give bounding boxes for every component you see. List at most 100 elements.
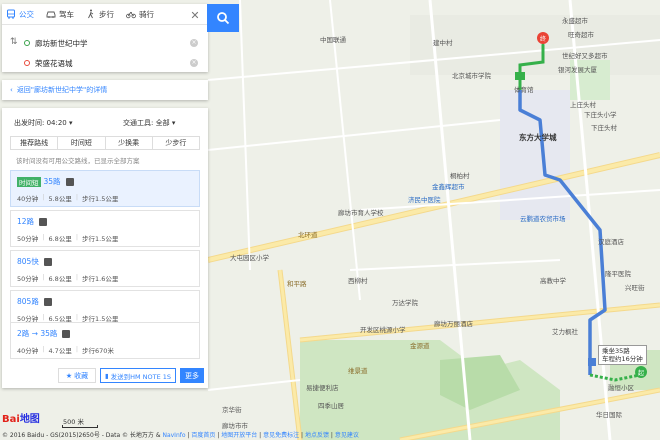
- chevron-down-icon: ▾: [69, 119, 73, 127]
- suggestion-link[interactable]: 意见建议: [335, 432, 359, 439]
- origin-dot-icon: [24, 40, 30, 46]
- map-label: 兴旺街: [625, 284, 645, 292]
- map-label: 华日国际: [596, 411, 622, 419]
- clear-destination-icon[interactable]: ×: [190, 59, 198, 67]
- route-tag: 时间短: [17, 176, 41, 187]
- route-distance: 6.8公里: [48, 275, 72, 283]
- route-option[interactable]: 805快 50分钟 | 6.8公里 | 步行1.6公里: [10, 250, 200, 287]
- route-name: 805路: [17, 297, 39, 306]
- bus-popup-line: 乘坐35路: [602, 347, 630, 355]
- map-label: 北京城市学院: [452, 72, 491, 80]
- clear-origin-icon[interactable]: ×: [190, 39, 198, 47]
- close-icon[interactable]: ✕: [190, 10, 200, 21]
- tab-recommended[interactable]: 推荐路线: [11, 137, 59, 149]
- destination-field[interactable]: 荣盛花语城 ×: [24, 54, 198, 72]
- map-label: 融恒小区: [608, 384, 634, 392]
- svg-text:起: 起: [638, 369, 644, 377]
- tab-walk[interactable]: 步行: [86, 9, 114, 20]
- route-option[interactable]: 时间短 35路 40分钟 | 5.8公里 | 步行1.5公里: [10, 170, 200, 207]
- tab-shortest-time[interactable]: 时间短: [58, 137, 106, 149]
- search-icon: [217, 12, 230, 25]
- map-label: 西柳村: [348, 277, 368, 285]
- open-platform-link[interactable]: 地图开放平台: [221, 432, 257, 439]
- origin-input[interactable]: 廊坊新世纪中学: [35, 38, 88, 49]
- map-label: 易捷便利店: [306, 384, 339, 392]
- search-button[interactable]: [207, 4, 239, 32]
- bus-segment-popup[interactable]: 乘坐35路 车程约16分钟: [598, 345, 647, 365]
- tab-least-walking[interactable]: 少步行: [153, 137, 199, 149]
- map-label: 东方大学城: [519, 133, 557, 142]
- map-label: 万达学院: [392, 299, 418, 307]
- map-label: 建中村: [433, 39, 453, 47]
- map-label: 中国联通: [320, 36, 346, 44]
- transport-mode-tabs: 公交 驾车 步行 骑行: [2, 4, 208, 25]
- tab-car-label: 驾车: [59, 9, 74, 19]
- map-label: 廊坊万丽酒店: [434, 320, 473, 328]
- map-label: 高教中学: [540, 277, 566, 285]
- map-label: 济民中医院: [408, 196, 441, 204]
- tab-fewest-transfers[interactable]: 少换乘: [106, 137, 153, 149]
- tab-bus[interactable]: 公交: [6, 9, 34, 20]
- walk-icon: [88, 9, 94, 19]
- route-option[interactable]: 12路 50分钟 | 6.8公里 | 步行1.5公里: [10, 210, 200, 247]
- route-distance: 4.7公里: [48, 347, 72, 355]
- map-label: 艾力枫社: [552, 328, 578, 336]
- route-time: 50分钟: [17, 235, 39, 243]
- bus-popup-duration: 车程约16分钟: [602, 355, 643, 363]
- map-label: 开发区桃源小学: [360, 326, 406, 334]
- return-to-poi-link[interactable]: ‹ 返回"廊坊新世纪中学"的详情: [2, 80, 208, 100]
- route-time: 40分钟: [17, 347, 39, 355]
- map-label: 下庄头小学: [584, 111, 617, 119]
- favorite-label: 收藏: [74, 371, 89, 380]
- tab-bike[interactable]: 骑行: [126, 9, 154, 20]
- bus-icon: [65, 177, 74, 186]
- map-label: 永盛超市: [562, 17, 588, 25]
- route-walk: 步行1.5公里: [82, 235, 119, 243]
- map-label: 隆平医院: [605, 270, 631, 278]
- route-distance: 5.8公里: [48, 195, 72, 203]
- car-icon: [46, 11, 56, 18]
- route-option[interactable]: 2路 → 35路 40分钟 | 4.7公里 | 步行670米: [10, 322, 200, 359]
- map-label: 北环道: [298, 231, 318, 239]
- tab-bike-label: 骑行: [139, 9, 154, 19]
- origin-field[interactable]: 廊坊新世纪中学 ×: [24, 34, 198, 52]
- map-label: 下庄头村: [591, 124, 617, 132]
- navinfo-link[interactable]: NavInfo: [162, 432, 185, 439]
- star-icon: ★: [65, 371, 73, 380]
- tab-car[interactable]: 驾车: [46, 9, 74, 20]
- map-label: 廊坊市育人学校: [338, 209, 384, 217]
- baidu-map-logo[interactable]: Bai地图: [2, 410, 40, 425]
- route-results-panel: 出发时间: 04:20 ▾ 交通工具: 全部 ▾ 推荐路线 时间短 少换乘 少步…: [2, 108, 208, 388]
- depart-time-select[interactable]: 出发时间: 04:20 ▾: [10, 118, 105, 132]
- favorite-button[interactable]: ★ 收藏: [58, 368, 96, 383]
- preference-tabs: 推荐路线 时间短 少换乘 少步行: [10, 136, 200, 150]
- scale-bar: [62, 425, 98, 428]
- free-annotation-link[interactable]: 意见免费标注: [263, 432, 299, 439]
- route-actions: ★ 收藏 ▮ 发送到HM NOTE 1S 更多: [58, 368, 204, 383]
- svg-text:终: 终: [540, 35, 546, 43]
- map-label: 四季山居: [318, 402, 344, 410]
- route-name: 805快: [17, 257, 39, 266]
- destination-input[interactable]: 荣盛花语城: [35, 58, 73, 69]
- route-walk: 步行1.5公里: [82, 195, 119, 203]
- route-search-card: 公交 驾车 步行 骑行 ✕ ⇅ 廊坊新世纪中学 × 荣盛花语城 ×: [2, 4, 208, 72]
- map-label: 维景道: [348, 367, 368, 375]
- send-to-phone-button[interactable]: ▮ 发送到HM NOTE 1S: [100, 368, 176, 383]
- place-feedback-link[interactable]: 地点反馈: [305, 432, 329, 439]
- send-label: 发送到HM NOTE 1S: [110, 372, 172, 381]
- route-walk: 步行1.6公里: [82, 275, 119, 283]
- swap-icon[interactable]: ⇅: [10, 37, 18, 55]
- more-button[interactable]: 更多: [180, 368, 204, 383]
- phone-icon: ▮: [104, 371, 109, 380]
- route-walk: 步行670米: [82, 347, 114, 355]
- map-label: 体育馆: [514, 86, 534, 94]
- map-label: 上庄头村: [570, 101, 596, 109]
- baidu-home-link[interactable]: 百度首页: [191, 432, 215, 439]
- bus-icon: [43, 297, 52, 306]
- route-filters: 出发时间: 04:20 ▾ 交通工具: 全部 ▾: [10, 118, 200, 132]
- vehicle-select[interactable]: 交通工具: 全部 ▾: [105, 118, 200, 132]
- route-distance: 6.8公里: [48, 235, 72, 243]
- bus-icon: [43, 257, 52, 266]
- route-name: 12路: [17, 217, 35, 226]
- chevron-left-icon: ‹: [10, 86, 13, 94]
